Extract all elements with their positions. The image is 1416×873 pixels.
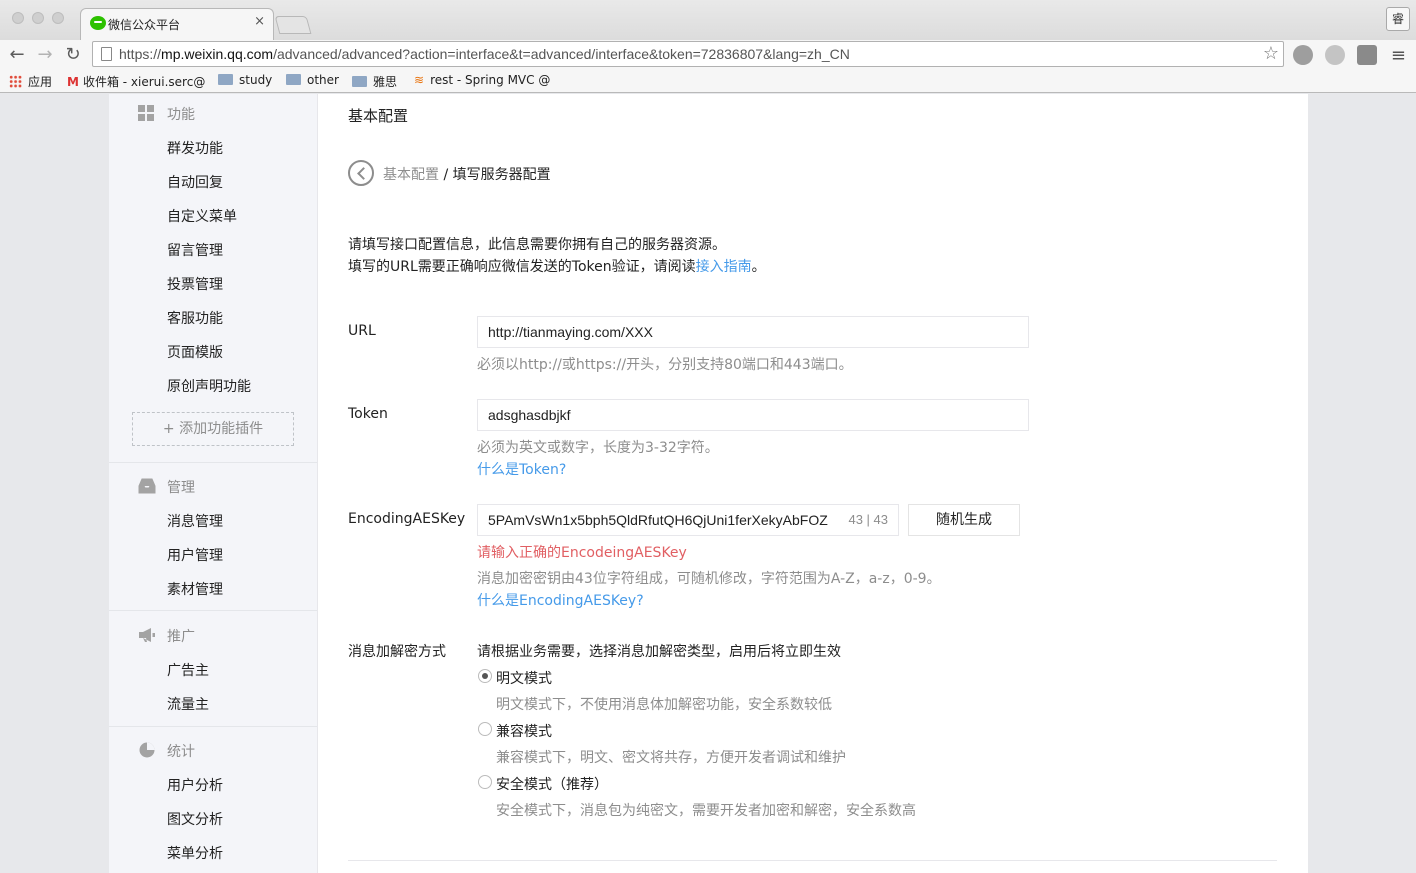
stackoverflow-icon: ≋ [414,73,425,87]
sidebar-item-messages[interactable]: 消息管理 [167,511,223,531]
aes-key-tip: 消息加密密钥由43位字符组成，可随机修改，字符范围为A-Z，a-z，0-9。 [477,571,941,587]
bookmark-other[interactable]: other [286,73,339,87]
token-input[interactable]: adsghasdbjkf [477,399,1029,431]
grid-icon [138,105,156,121]
access-guide-link[interactable]: 接入指南 [696,259,752,275]
encryption-mode-label: 消息加解密方式 [348,644,446,660]
intro-text: 请填写接口配置信息，此信息需要你拥有自己的服务器资源。 填写的URL需要正确响应… [348,237,766,275]
sidebar-item-mass-send[interactable]: 群发功能 [167,138,223,158]
sidebar-item-comments[interactable]: 留言管理 [167,240,223,260]
sidebar-item-custom-menu[interactable]: 自定义菜单 [167,206,237,226]
sidebar-item-customer-service[interactable]: 客服功能 [167,308,223,328]
sidebar: 功能 群发功能 自动回复 自定义菜单 留言管理 投票管理 客服功能 页面模版 原… [109,94,318,873]
sidebar-item-page-templates[interactable]: 页面模版 [167,342,223,362]
forward-arrow-icon[interactable]: → [34,44,56,66]
aes-key-counter: 43 | 43 [848,512,888,527]
aes-key-label: EncodingAESKey [348,511,466,527]
aes-key-input[interactable]: 5PAmVsWn1x5bph5QldRfutQH6QjUni1ferXekyAb… [477,504,899,536]
gmail-icon: M [67,75,79,89]
window-minimize-button[interactable] [32,12,44,24]
bookmark-apps[interactable]: 应用 [9,73,52,90]
sidebar-item-user-analytics[interactable]: 用户分析 [167,775,223,795]
extension-icon[interactable] [1293,45,1313,65]
breadcrumb: 基本配置 / 填写服务器配置 [383,167,551,183]
browser-tab[interactable]: 微信公众平台 × [80,8,274,40]
tab-close-icon[interactable]: × [254,14,265,29]
add-plugin-button[interactable]: + 添加功能插件 [132,412,294,446]
sidebar-item-votes[interactable]: 投票管理 [167,274,223,294]
divider [109,726,317,727]
folder-icon [286,74,301,85]
folder-icon [218,74,233,85]
radio-button[interactable] [478,722,492,736]
divider [109,462,317,463]
sidebar-item-article-analytics[interactable]: 图文分析 [167,809,223,829]
profile-button[interactable]: 睿 [1386,7,1410,31]
shield-extension-icon[interactable] [1357,45,1377,65]
secure-mode-desc: 安全模式下，消息包为纯密文，需要开发者加密和解密，安全系数高 [496,803,916,819]
menu-icon[interactable]: ≡ [1391,45,1406,66]
reload-icon[interactable]: ↻ [62,44,84,66]
radio-button[interactable] [478,775,492,789]
sidebar-item-menu-analytics[interactable]: 菜单分析 [167,843,223,863]
token-tip: 必须为英文或数字，长度为3-32字符。 [477,440,719,456]
tab-title: 微信公众平台 [108,18,181,32]
address-bar[interactable]: https://mp.weixin.qq.com/advanced/advanc… [92,41,1284,67]
bookmark-yasi[interactable]: 雅思 [352,73,397,90]
window-zoom-button[interactable] [52,12,64,24]
bookmark-gmail[interactable]: M 收件箱 - xierui.serc@ [67,73,212,90]
back-arrow-icon[interactable]: ← [6,44,28,66]
window-close-button[interactable] [12,12,24,24]
browser-titlebar: 微信公众平台 × 睿 [0,0,1416,40]
address-url: https://mp.weixin.qq.com/advanced/advanc… [119,46,850,62]
apps-grid-icon [9,75,22,88]
sidebar-item-materials[interactable]: 素材管理 [167,579,223,599]
new-tab-button[interactable] [274,16,312,34]
bookmark-rest[interactable]: ≋ rest - Spring MVC @ [414,73,550,87]
divider [109,610,317,611]
folder-icon [352,76,367,87]
pie-chart-icon [139,742,155,758]
back-chevron-icon[interactable] [348,160,374,186]
page-title: 基本配置 [348,107,409,125]
bookmarks-bar: 应用 M 收件箱 - xierui.serc@ study other 雅思 ≋ r… [0,70,1416,93]
url-input[interactable]: http://tianmaying.com/XXX [477,316,1029,348]
sidebar-item-auto-reply[interactable]: 自动回复 [167,172,223,192]
aes-key-error: 请输入正确的EncodeingAESKey [477,545,687,561]
plus-icon: + [162,421,180,437]
inbox-icon [138,478,156,494]
browser-toolbar: ← → ↻ https://mp.weixin.qq.com/advanced/… [0,40,1416,70]
breadcrumb-parent[interactable]: 基本配置 [383,167,439,183]
what-is-aes-key-link[interactable]: 什么是EncodingAESKey? [477,590,644,610]
main-content: 基本配置 基本配置 / 填写服务器配置 请填写接口配置信息，此信息需要你拥有自己… [318,94,1308,873]
sidebar-item-publisher[interactable]: 流量主 [167,694,209,714]
bookmark-star-icon[interactable]: ☆ [1263,43,1279,64]
divider [348,860,1277,861]
sidebar-item-users[interactable]: 用户管理 [167,545,223,565]
encryption-mode-description: 请根据业务需要，选择消息加解密类型，启用后将立即生效 [477,644,841,660]
extension-icon[interactable] [1325,45,1345,65]
what-is-token-link[interactable]: 什么是Token? [477,459,566,479]
page-icon [101,47,112,61]
plaintext-mode-desc: 明文模式下，不使用消息体加解密功能，安全系数较低 [496,697,832,713]
sidebar-item-advertiser[interactable]: 广告主 [167,660,209,680]
megaphone-icon [139,628,155,642]
url-label: URL [348,323,376,339]
bookmark-study[interactable]: study [218,73,272,87]
wechat-favicon-icon [90,16,106,30]
radio-button[interactable] [478,669,492,683]
breadcrumb-current: 填写服务器配置 [452,167,551,183]
random-generate-button[interactable]: 随机生成 [908,504,1020,536]
compatible-mode-desc: 兼容模式下，明文、密文将共存，方便开发者调试和维护 [496,750,846,766]
sidebar-item-original-declaration[interactable]: 原创声明功能 [167,376,251,396]
url-tip: 必须以http://或https://开头，分别支持80端口和443端口。 [477,357,853,373]
token-label: Token [348,406,388,422]
